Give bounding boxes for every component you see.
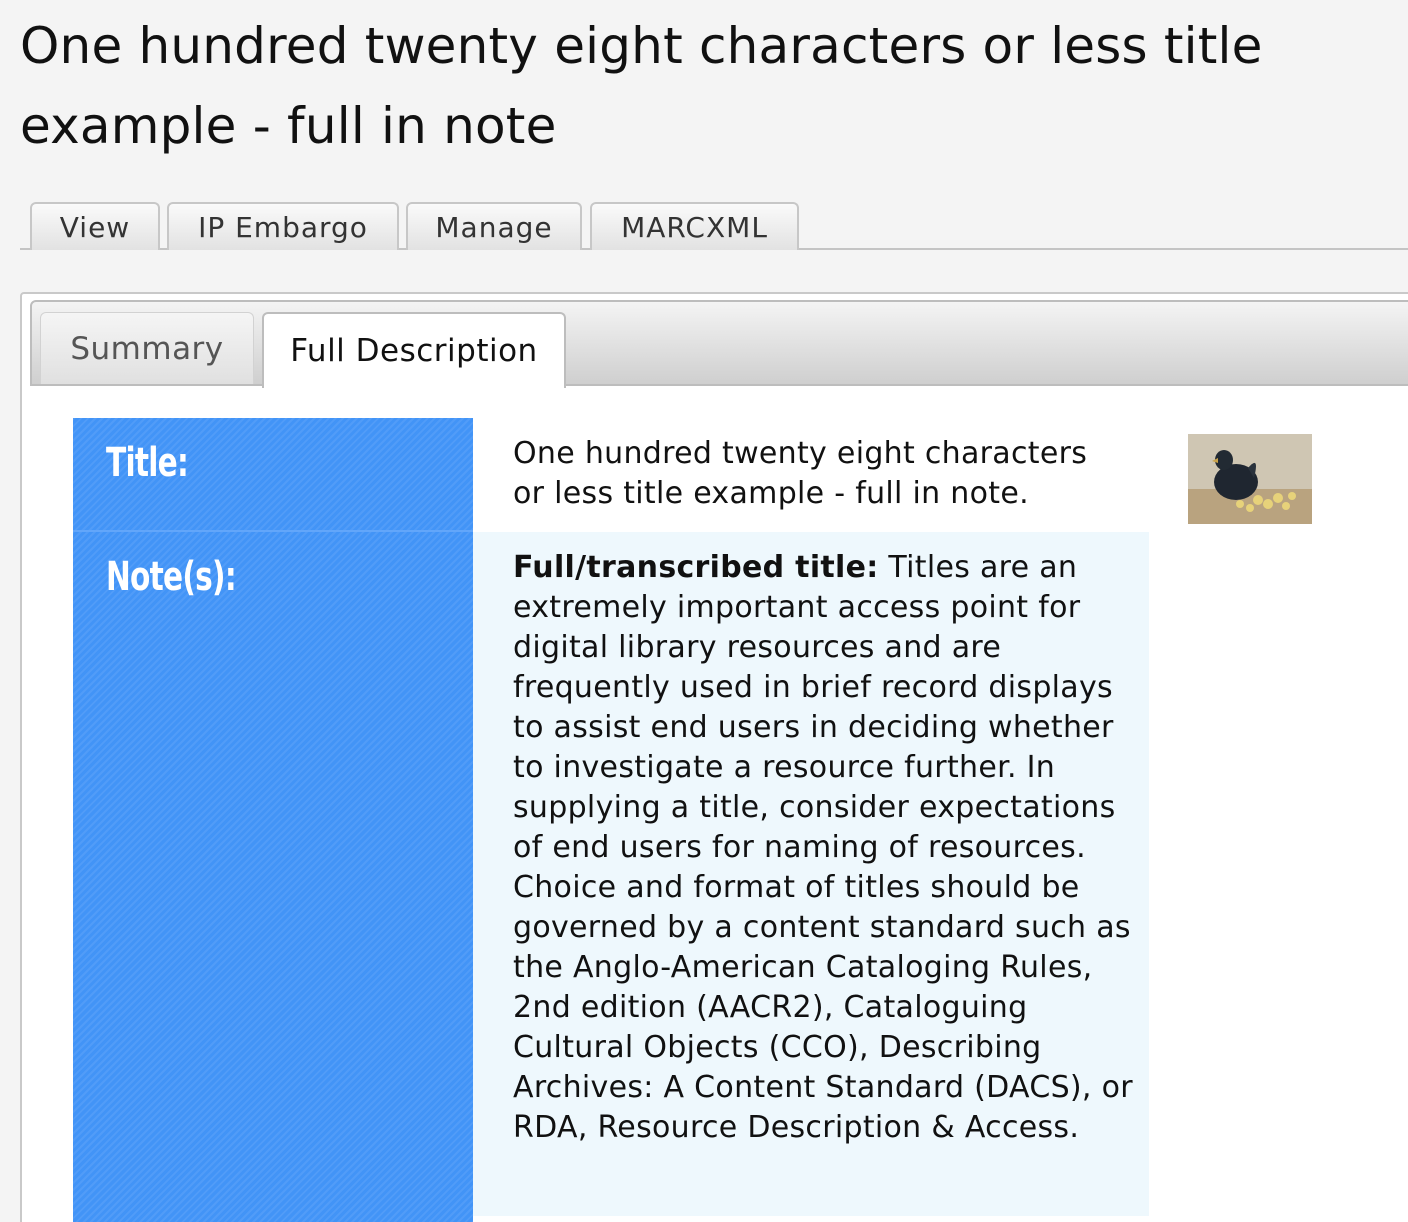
record-tabs: View IP Embargo Manage MARCXML — [20, 200, 1408, 250]
note-value: Full/transcribed title: Titles are an ex… — [513, 548, 1133, 1148]
tab-marcxml[interactable]: MARCXML — [590, 202, 799, 250]
tab-summary[interactable]: Summary — [40, 312, 254, 384]
tab-manage[interactable]: Manage — [406, 202, 582, 250]
description-tab-bar: Summary Full Description — [30, 300, 1408, 388]
record-panel: Summary Full Description Title: Note(s):… — [20, 292, 1408, 1222]
tab-ip-embargo[interactable]: IP Embargo — [167, 202, 399, 250]
tab-full-description[interactable]: Full Description — [262, 312, 566, 388]
title-label: Title: — [106, 440, 189, 486]
tab-view[interactable]: View — [30, 202, 160, 250]
notes-label: Note(s): — [106, 554, 237, 600]
thumbnail-image — [1188, 434, 1312, 524]
hen-with-chicks-thumbnail[interactable] — [1188, 434, 1312, 524]
field-label-column — [73, 418, 473, 1222]
title-value: One hundred twenty eight characters or l… — [513, 436, 1088, 511]
note-text: Titles are an extremely important access… — [513, 550, 1133, 1145]
label-divider — [73, 530, 473, 532]
note-heading: Full/transcribed title: — [513, 550, 879, 585]
page-title: One hundred twenty eight characters or l… — [20, 17, 1263, 155]
